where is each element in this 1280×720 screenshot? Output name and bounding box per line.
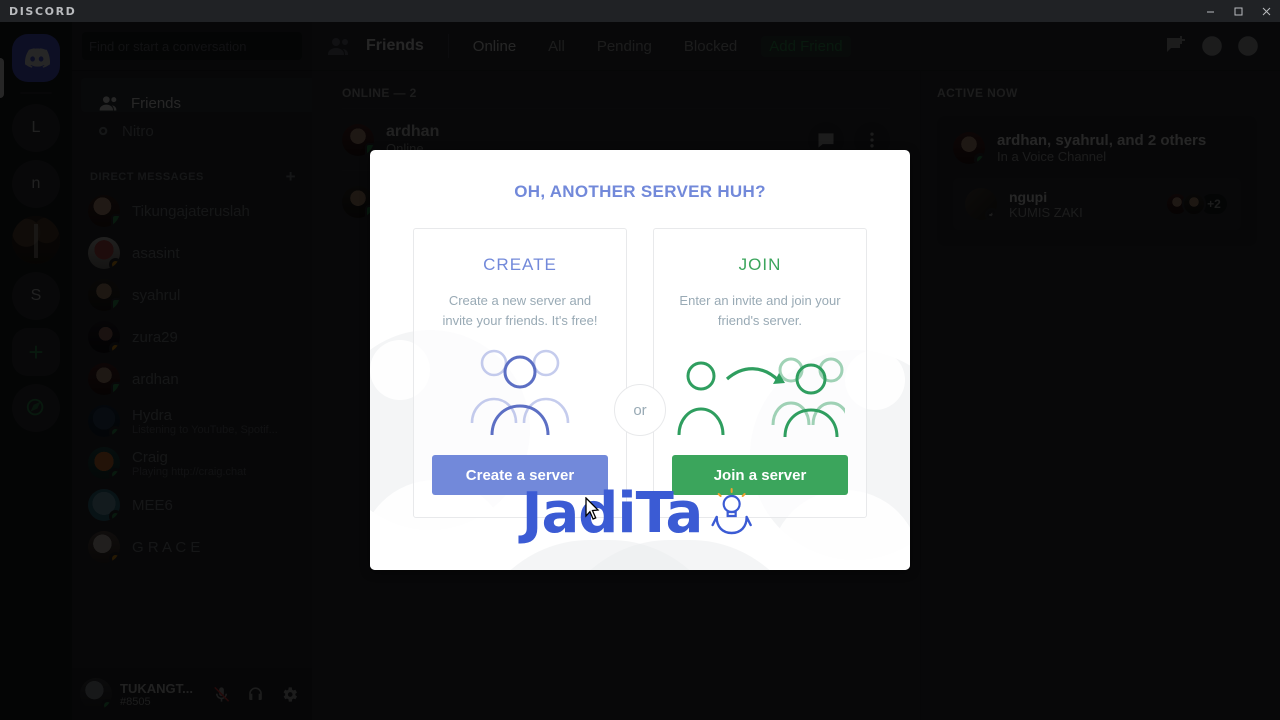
modal-cards: CREATE Create a new server and invite yo…: [370, 228, 910, 518]
or-divider: or: [614, 384, 666, 436]
create-heading: CREATE: [483, 255, 557, 274]
group-of-people-icon: [414, 331, 626, 455]
window-controls: [1196, 0, 1280, 22]
join-heading: JOIN: [738, 255, 782, 274]
minimize-button[interactable]: [1196, 0, 1224, 22]
server-creation-modal: OH, ANOTHER SERVER HUH? CREATE Create a …: [370, 150, 910, 570]
discord-wordmark: DISCORD: [9, 4, 77, 18]
join-description: Enter an invite and join your friend's s…: [679, 293, 841, 328]
person-joining-group-icon: [654, 331, 866, 455]
join-server-card: JOIN Enter an invite and join your frien…: [653, 228, 867, 518]
modal-title: OH, ANOTHER SERVER HUH?: [514, 182, 766, 201]
title-bar: DISCORD: [0, 0, 1280, 22]
discord-app-window: DISCORD L n S: [0, 0, 1280, 720]
close-button[interactable]: [1252, 0, 1280, 22]
join-server-button[interactable]: Join a server: [672, 455, 848, 495]
create-description: Create a new server and invite your frie…: [442, 293, 598, 328]
create-server-button[interactable]: Create a server: [432, 455, 608, 495]
mouse-cursor: [585, 497, 600, 520]
maximize-button[interactable]: [1224, 0, 1252, 22]
create-server-card: CREATE Create a new server and invite yo…: [413, 228, 627, 518]
